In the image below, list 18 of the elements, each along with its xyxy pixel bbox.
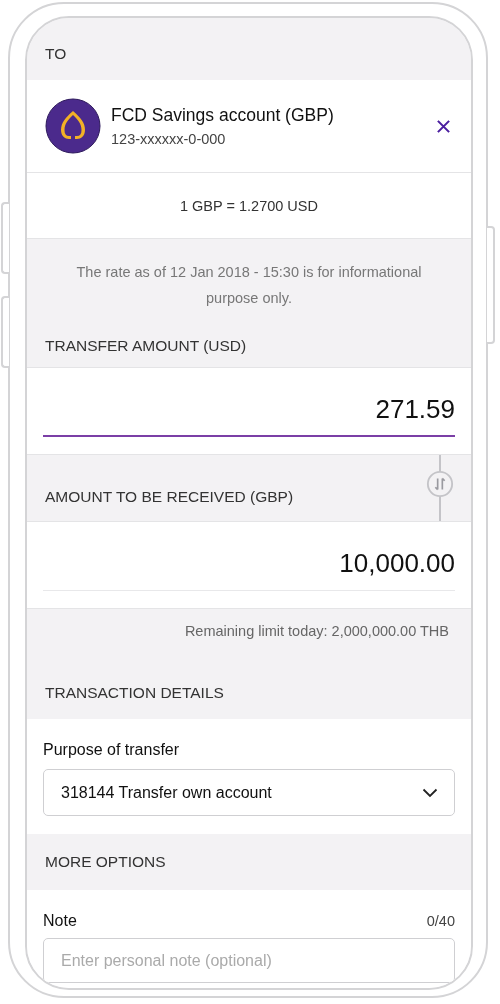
field-label: AMOUNT TO BE RECEIVED (GBP) xyxy=(45,488,294,506)
close-icon[interactable] xyxy=(436,118,451,134)
section-title: TRANSACTION DETAILS xyxy=(45,683,224,702)
purpose-dropdown[interactable]: 318144 Transfer own account xyxy=(43,769,455,816)
section-title: MORE OPTIONS xyxy=(45,853,166,871)
account-name: FCD Savings account (GBP) xyxy=(111,105,335,126)
bank-logo-icon xyxy=(45,98,101,154)
section-title: TO xyxy=(45,45,67,63)
account-number: 123-xxxxxx-0-000 xyxy=(111,131,227,147)
field-label: TRANSFER AMOUNT (USD) xyxy=(45,337,247,355)
rate-note: The rate as of 12 Jan 2018 - 15:30 is for informational purpose only. xyxy=(76,264,422,306)
character-count: 0/40 xyxy=(426,913,455,929)
remaining-limit: Remaining limit today: 2,000,000.00 THB xyxy=(184,623,449,639)
field-label: Note xyxy=(43,912,77,930)
exchange-rate: 1 GBP = 1.2700 USD xyxy=(180,197,318,214)
field-label: Purpose of transfer xyxy=(43,741,181,759)
note-field[interactable]: Enter personal note (optional) xyxy=(43,938,455,983)
chevron-down-icon xyxy=(422,787,438,798)
